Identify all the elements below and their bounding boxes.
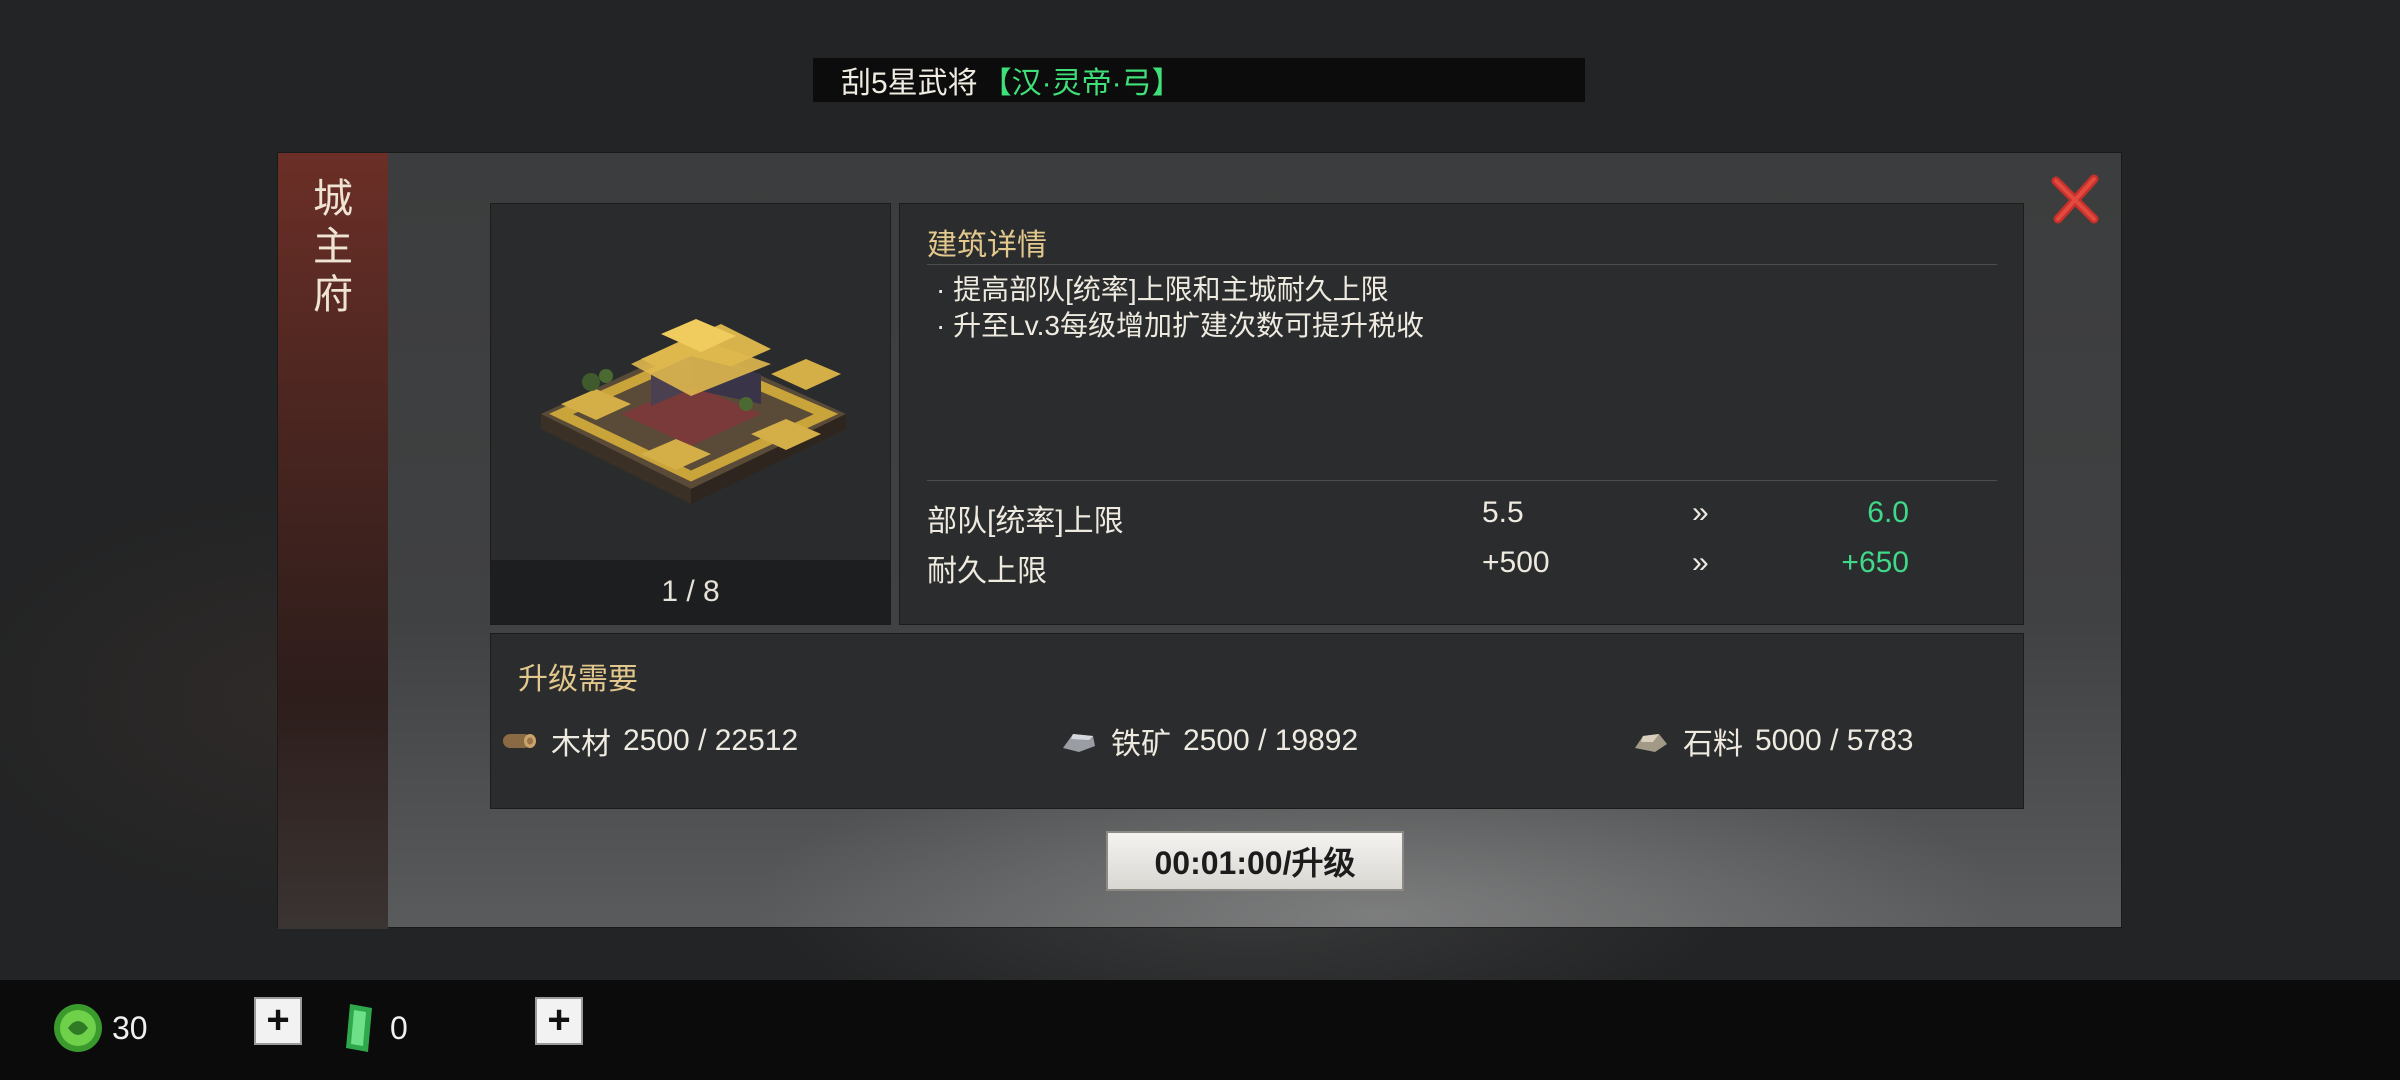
announcement-text: 刮5星武将 bbox=[841, 67, 978, 100]
requirement-name: 石料 bbox=[1683, 728, 1743, 761]
preview-pager: 1 / 8 bbox=[491, 560, 890, 624]
stat-label: 部队[统率]上限 bbox=[927, 505, 1124, 538]
requirement-iron: 铁矿 2500 / 19892 bbox=[1059, 719, 1358, 763]
bottom-currency-bar: 30 0 bbox=[0, 980, 2400, 1080]
currency-value: 30 bbox=[112, 1009, 148, 1046]
upgrade-requirements-panel: 升级需要 木材 2500 / 22512 铁矿 2500 / 19892 石料 … bbox=[490, 633, 2024, 809]
currency-token: 0 bbox=[336, 998, 408, 1058]
currency-value: 0 bbox=[390, 1009, 408, 1046]
requirement-amount: 2500 / 19892 bbox=[1183, 724, 1359, 757]
green-jade-token-icon bbox=[346, 1004, 372, 1052]
stat-current-value: 5.5 bbox=[1482, 496, 1524, 529]
description-line: · 提高部队[统率]上限和主城耐久上限 bbox=[936, 274, 1389, 305]
stat-row-command-cap: 部队[统率]上限 5.5 » 6.0 bbox=[927, 496, 1997, 540]
announcement-banner: 刮5星武将 【汉·灵帝·弓】 bbox=[813, 58, 1585, 102]
building-name: 城主府 bbox=[313, 176, 353, 318]
requirements-heading: 升级需要 bbox=[518, 663, 638, 696]
building-details-panel: 建筑详情 · 提高部队[统率]上限和主城耐久上限 · 升至Lv.3每级增加扩建次… bbox=[899, 203, 2024, 625]
divider bbox=[927, 264, 1997, 265]
announcement-hero-name: 【汉·灵帝·弓】 bbox=[981, 67, 1182, 100]
double-chevron-right-icon: » bbox=[1692, 546, 1709, 579]
stone-icon bbox=[1635, 734, 1667, 752]
palace-building-icon bbox=[541, 319, 846, 504]
stat-current-value: +500 bbox=[1482, 546, 1550, 579]
requirement-name: 铁矿 bbox=[1111, 728, 1171, 761]
requirement-wood: 木材 2500 / 22512 bbox=[499, 719, 798, 763]
close-x-icon bbox=[2051, 174, 2099, 224]
add-token-button[interactable]: + bbox=[535, 997, 583, 1045]
stat-next-value: 6.0 bbox=[1867, 496, 1909, 529]
requirement-amount: 2500 / 22512 bbox=[623, 724, 799, 757]
building-dialog: 城主府 1 / 8 建筑详情 · 提高部队[统率]上限和主城耐久上限 · 升至L… bbox=[277, 152, 2122, 929]
details-heading: 建筑详情 bbox=[927, 229, 1047, 262]
iron-ore-icon bbox=[1063, 734, 1095, 752]
double-chevron-right-icon: » bbox=[1692, 496, 1709, 529]
jade-coin-icon bbox=[54, 1004, 102, 1052]
stat-next-value: +650 bbox=[1841, 546, 1909, 579]
close-button[interactable] bbox=[2048, 171, 2104, 227]
requirement-amount: 5000 / 5783 bbox=[1755, 724, 1914, 757]
add-jade-button[interactable]: + bbox=[254, 997, 302, 1045]
stat-row-durability-cap: 耐久上限 +500 » +650 bbox=[927, 546, 1997, 590]
requirement-stone: 石料 5000 / 5783 bbox=[1631, 719, 1913, 763]
building-preview: 1 / 8 bbox=[490, 203, 891, 625]
details-description: · 提高部队[统率]上限和主城耐久上限 · 升至Lv.3每级增加扩建次数可提升税… bbox=[936, 272, 1424, 344]
wood-log-icon bbox=[503, 734, 536, 748]
upgrade-button[interactable]: 00:01:00/升级 bbox=[1106, 831, 1404, 891]
requirement-name: 木材 bbox=[551, 728, 611, 761]
stat-label: 耐久上限 bbox=[927, 555, 1047, 588]
currency-jade: 30 bbox=[52, 998, 148, 1058]
description-line: · 升至Lv.3每级增加扩建次数可提升税收 bbox=[936, 310, 1424, 341]
divider bbox=[927, 480, 1997, 481]
side-banner: 城主府 bbox=[278, 153, 388, 929]
